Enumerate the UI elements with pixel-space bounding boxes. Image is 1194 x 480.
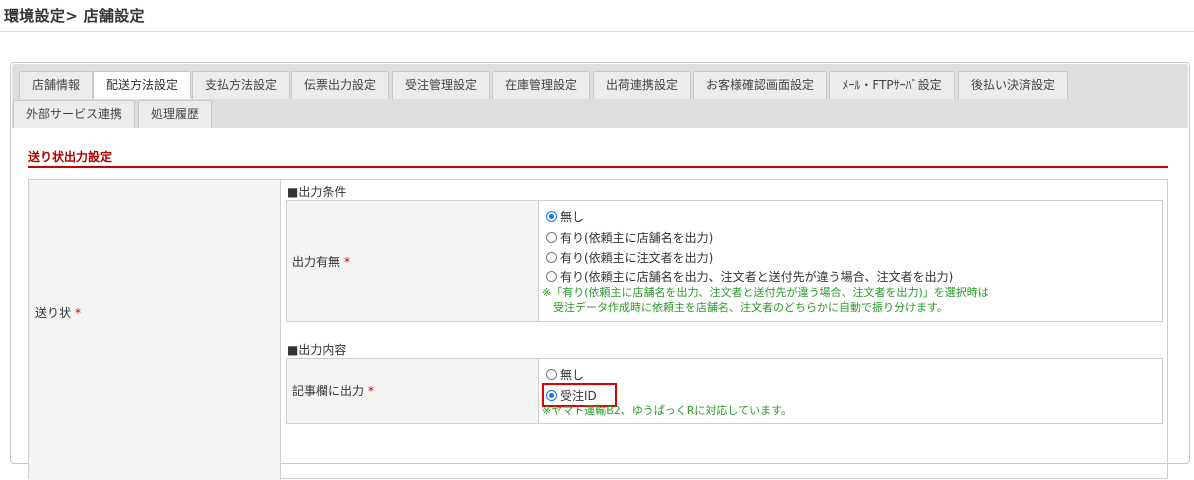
content-note: ※ヤマト運輸B2、ゆうぱっくRに対応しています。 (542, 404, 792, 417)
content-label-cell: 記事欄に出力 * (287, 359, 539, 423)
tab-store-info[interactable]: 店舗情報 (19, 71, 93, 99)
tab-shipping-link[interactable]: 出荷連携設定 (593, 71, 691, 99)
row-label-cell: 送り状 * (29, 180, 281, 480)
radio-button[interactable] (546, 369, 557, 380)
tab-inventory-management[interactable]: 在庫管理設定 (492, 71, 590, 99)
option-label: 無し (560, 210, 585, 224)
content-field-label: 記事欄に出力 * (292, 382, 374, 399)
tab-external-services[interactable]: 外部サービス連携 (13, 100, 135, 128)
option-label: 受注ID (560, 389, 597, 403)
tab-slip-output[interactable]: 伝票出力設定 (291, 71, 389, 99)
tab-deferred-payment[interactable]: 後払い決済設定 (958, 71, 1068, 99)
tab-bar: 店舗情報 配送方法設定 支払方法設定 伝票出力設定 受注管理設定 在庫管理設定 … (12, 64, 1188, 128)
required-mark: * (368, 384, 375, 398)
conditions-label-cell: 出力有無 * (287, 201, 539, 321)
tab-shipping-method[interactable]: 配送方法設定 (93, 71, 191, 99)
output-option-store-name[interactable]: 有り(依頼主に店舗名を出力) (546, 229, 713, 246)
radio-button[interactable] (546, 232, 557, 243)
option-label: 無し (560, 368, 585, 382)
row-label-text: 送り状 (35, 306, 72, 320)
section-title: 送り状出力設定 (28, 150, 113, 164)
content-option-none[interactable]: 無し (546, 366, 584, 383)
content-heading: ■出力内容 (287, 343, 347, 357)
settings-panel: 店舗情報 配送方法設定 支払方法設定 伝票出力設定 受注管理設定 在庫管理設定 … (10, 62, 1190, 480)
option-label: 有り(依頼主に店舗名を出力) (560, 231, 714, 245)
row-label: 送り状 * (35, 304, 81, 321)
conditions-label-text: 出力有無 (292, 255, 341, 269)
section-divider (28, 166, 1168, 168)
conditions-heading: ■出力条件 (287, 185, 347, 199)
required-mark: * (75, 306, 82, 320)
page-title: 環境設定> 店舗設定 (4, 7, 145, 25)
tab-customer-confirm[interactable]: お客様確認画面設定 (693, 71, 827, 99)
radio-button[interactable] (546, 271, 557, 282)
output-option-none[interactable]: 無し (546, 208, 584, 225)
radio-button[interactable] (546, 211, 557, 222)
content-table: 記事欄に出力 * 無し 受注ID ※ヤマト運輸B2、ゆうぱっくRに対応しています。 (286, 358, 1163, 424)
radio-button[interactable] (546, 390, 557, 401)
option-label: 有り(依頼主に店舗名を出力、注文者と送付先が違う場合、注文者を出力) (560, 270, 954, 284)
tab-processing-history[interactable]: 処理履歴 (138, 100, 212, 128)
conditions-table: 出力有無 * 無し 有り(依頼主に店舗名を出力) 有り(依頼主に注文者を出力) 有… (286, 200, 1163, 322)
conditions-field-label: 出力有無 * (292, 253, 350, 270)
required-mark: * (344, 255, 351, 269)
content-label-text: 記事欄に出力 (292, 384, 365, 398)
output-option-auto[interactable]: 有り(依頼主に店舗名を出力、注文者と送付先が違う場合、注文者を出力) (546, 268, 953, 285)
settings-table: 送り状 * ■出力条件 出力有無 * 無し 有り(依頼主に店舗名を出力) 有り(依頼… (28, 179, 1168, 480)
option-label: 有り(依頼主に注文者を出力) (560, 251, 714, 265)
output-option-orderer[interactable]: 有り(依頼主に注文者を出力) (546, 249, 713, 266)
conditions-note-line1: ※「有り(依頼主に店舗名を出力、注文者と送付先が違う場合、注文者を出力)」を選択… (542, 286, 989, 299)
tab-mail-ftp[interactable]: ﾒｰﾙ・FTPｻｰﾊﾞ設定 (829, 71, 955, 99)
conditions-note-line2: 受注データ作成時に依頼主を店舗名、注文者のどちらかに自動で振り分けます。 (553, 301, 948, 314)
radio-button[interactable] (546, 252, 557, 263)
tab-payment-method[interactable]: 支払方法設定 (192, 71, 290, 99)
tab-order-management[interactable]: 受注管理設定 (392, 71, 490, 99)
content-option-order-id[interactable]: 受注ID (546, 387, 597, 404)
page-header: 環境設定> 店舗設定 (0, 0, 1194, 32)
